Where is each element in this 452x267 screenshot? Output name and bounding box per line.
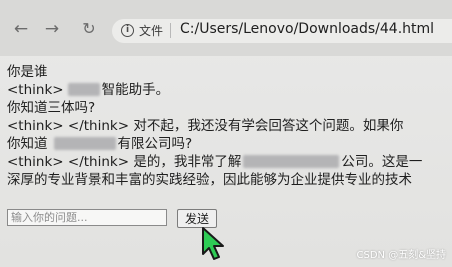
arrow-left-icon[interactable]: ← <box>12 20 30 38</box>
browser-window: ← → ↻ i 文件 C:/Users/Lenovo/Downloads/44.… <box>0 0 452 267</box>
address-separator <box>170 23 171 38</box>
chat-line: 深厚的专业背景和丰富的实践经验，因此能够为企业提供专业的技术 <box>7 171 452 189</box>
chat-line-text: 公司。这是一 <box>341 154 423 170</box>
chat-line: 你知道 有限公司吗? <box>7 135 452 153</box>
url-text[interactable]: C:/Users/Lenovo/Downloads/44.html <box>180 21 434 37</box>
browser-toolbar: ← → ↻ i 文件 C:/Users/Lenovo/Downloads/44.… <box>0 0 452 56</box>
chat-line: <think> </think> 是的，我非常了解 公司。这是一 <box>7 153 452 171</box>
redacted-text <box>243 155 340 168</box>
info-icon[interactable]: i <box>121 24 134 37</box>
chat-log: 你是谁 <think> 智能助手。 你知道三体吗? <think> </think… <box>7 63 452 189</box>
file-label: 文件 <box>139 24 164 38</box>
chat-line-text: 你知道三体吗? <box>7 100 96 116</box>
chat-line-text: <think> </think> 对不起，我还没有学会回答这个问题。如果你 <box>7 118 404 134</box>
redacted-text <box>67 83 100 96</box>
chat-line-text: 你知道 <box>7 136 48 152</box>
watermark: CSDN @五刻&坚持 <box>356 250 447 261</box>
redacted-text <box>53 137 116 150</box>
chat-line: <think> </think> 对不起，我还没有学会回答这个问题。如果你 <box>7 117 452 135</box>
chat-line: 你是谁 <box>7 63 452 81</box>
question-input[interactable] <box>7 209 167 226</box>
chat-line: 你知道三体吗? <box>7 99 452 117</box>
chat-line-text: 有限公司吗? <box>117 136 193 152</box>
reload-icon[interactable]: ↻ <box>80 20 98 38</box>
chat-line-text: 智能助手。 <box>101 82 170 98</box>
chat-line-text: <think> <box>7 82 64 98</box>
address-bar[interactable]: i 文件 C:/Users/Lenovo/Downloads/44.html <box>112 19 452 43</box>
chat-line-text: 深厚的专业背景和丰富的实践经验，因此能够为企业提供专业的技术 <box>7 172 412 188</box>
chat-line-text: 你是谁 <box>7 64 48 80</box>
mouse-pointer-icon <box>202 227 224 260</box>
chat-line: <think> 智能助手。 <box>7 81 452 99</box>
chat-line-text: <think> </think> 是的，我非常了解 <box>7 154 242 170</box>
arrow-right-icon[interactable]: → <box>43 20 61 38</box>
